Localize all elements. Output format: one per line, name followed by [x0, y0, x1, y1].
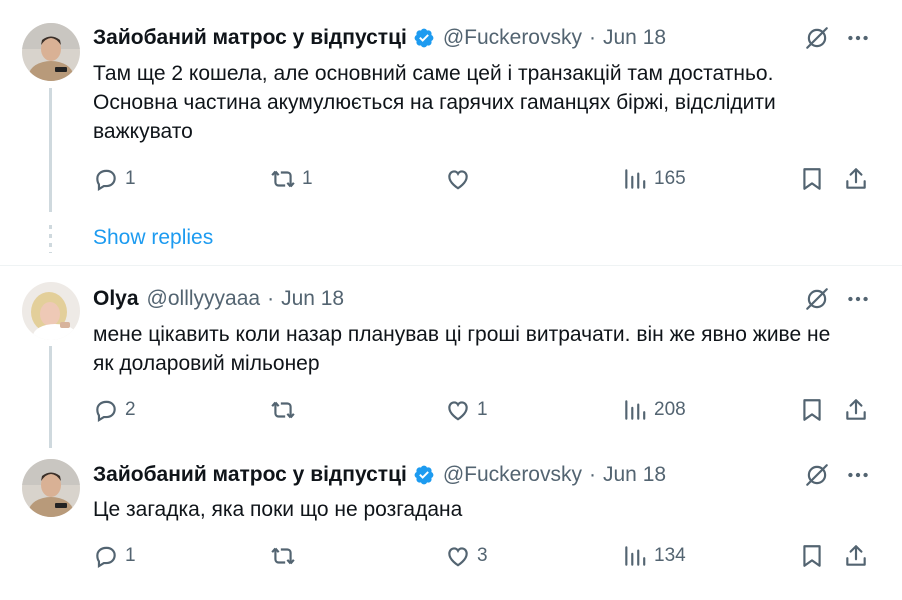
grok-icon[interactable] — [804, 286, 830, 312]
repost-icon — [271, 547, 295, 565]
timestamp[interactable]: Jun 18 — [603, 463, 666, 487]
grok-icon[interactable] — [804, 25, 830, 51]
share-icon — [846, 168, 866, 189]
reply-button[interactable]: 1 — [93, 542, 136, 570]
tweet-header: Olya @olllyyyaaa · Jun 18 — [93, 286, 344, 312]
bookmark-icon — [803, 168, 821, 190]
tweet-3[interactable]: Зайобаний матрос у відпустці @Fuckerovsk… — [0, 451, 902, 600]
share-button[interactable] — [843, 165, 869, 193]
tweet-actions: 1 3 134 — [93, 542, 883, 570]
views-count: 134 — [654, 545, 686, 566]
share-icon — [846, 399, 866, 420]
like-count: 1 — [477, 399, 488, 420]
thread-dotted-line — [49, 225, 52, 253]
timestamp[interactable]: Jun 18 — [603, 26, 666, 50]
avatar[interactable] — [22, 23, 80, 81]
views-count: 165 — [654, 168, 686, 189]
repost-icon — [271, 401, 295, 419]
bookmark-icon — [803, 545, 821, 567]
reply-count: 1 — [125, 168, 136, 189]
repost-button[interactable] — [270, 396, 302, 424]
like-button[interactable] — [445, 165, 477, 193]
bookmark-button[interactable] — [799, 165, 825, 193]
avatar-image — [22, 459, 80, 517]
like-icon — [448, 170, 468, 190]
tweet-text: Це загадка, яка поки що не розгадана — [93, 498, 463, 521]
avatar[interactable] — [22, 282, 80, 340]
views-button[interactable]: 134 — [622, 542, 686, 570]
reply-count: 1 — [125, 545, 136, 566]
like-icon — [448, 547, 468, 567]
repost-count: 1 — [302, 168, 313, 189]
handle[interactable]: @olllyyyaaa — [147, 287, 261, 311]
tweet-header: Зайобаний матрос у відпустці @Fuckerovsk… — [93, 462, 666, 488]
tweet-1[interactable]: Зайобаний матрос у відпустці @Fuckerovsk… — [0, 0, 902, 265]
views-icon — [625, 546, 646, 566]
tweet-header: Зайобаний матрос у відпустці @Fuckerovsk… — [93, 25, 666, 51]
avatar[interactable] — [22, 459, 80, 517]
reply-button[interactable]: 1 — [93, 165, 136, 193]
views-count: 208 — [654, 399, 686, 420]
more-icon[interactable] — [845, 462, 871, 488]
repost-icon — [271, 170, 295, 188]
handle[interactable]: @Fuckerovsky — [443, 463, 582, 487]
more-icon[interactable] — [845, 286, 871, 312]
avatar-image — [22, 282, 80, 340]
like-icon — [448, 401, 468, 421]
avatar-image — [22, 23, 80, 81]
reply-icon — [96, 546, 116, 569]
tweet-2[interactable]: Olya @olllyyyaaa · Jun 18 мене цікавить … — [0, 266, 902, 451]
views-button[interactable]: 208 — [622, 396, 686, 424]
repost-button[interactable] — [270, 542, 302, 570]
thread-line — [49, 88, 52, 212]
share-icon — [846, 545, 866, 566]
like-button[interactable]: 1 — [445, 396, 488, 424]
views-button[interactable]: 165 — [622, 165, 686, 193]
tweet-text: мене цікавить коли назар планував ці гро… — [93, 323, 831, 375]
more-icon[interactable] — [845, 25, 871, 51]
reply-icon — [96, 400, 116, 423]
like-button[interactable]: 3 — [445, 542, 488, 570]
reply-icon — [96, 169, 116, 192]
share-button[interactable] — [843, 396, 869, 424]
separator: · — [589, 26, 596, 49]
display-name[interactable]: Olya — [93, 287, 139, 311]
timestamp[interactable]: Jun 18 — [281, 287, 344, 311]
repost-button[interactable]: 1 — [270, 165, 313, 193]
tweet-actions: 2 1 208 — [93, 396, 883, 424]
display-name[interactable]: Зайобаний матрос у відпустці — [93, 463, 407, 487]
share-button[interactable] — [843, 542, 869, 570]
separator: · — [267, 287, 275, 310]
tweet-text: Там ще 2 кошела, але основний саме цей і… — [93, 62, 776, 143]
thread-line — [49, 346, 52, 448]
handle[interactable]: @Fuckerovsky — [443, 26, 582, 50]
separator: · — [589, 463, 596, 486]
bookmark-button[interactable] — [799, 542, 825, 570]
grok-icon[interactable] — [804, 462, 830, 488]
views-icon — [625, 169, 646, 189]
reply-count: 2 — [125, 399, 136, 420]
bookmark-button[interactable] — [799, 396, 825, 424]
show-replies-link[interactable]: Show replies — [93, 226, 213, 250]
like-count: 3 — [477, 545, 488, 566]
tweet-actions: 1 1 165 — [93, 165, 883, 193]
bookmark-icon — [803, 399, 821, 421]
views-icon — [625, 400, 646, 420]
verified-badge-icon — [414, 28, 434, 48]
reply-button[interactable]: 2 — [93, 396, 136, 424]
verified-badge-icon — [414, 465, 434, 485]
display-name[interactable]: Зайобаний матрос у відпустці — [93, 26, 407, 50]
